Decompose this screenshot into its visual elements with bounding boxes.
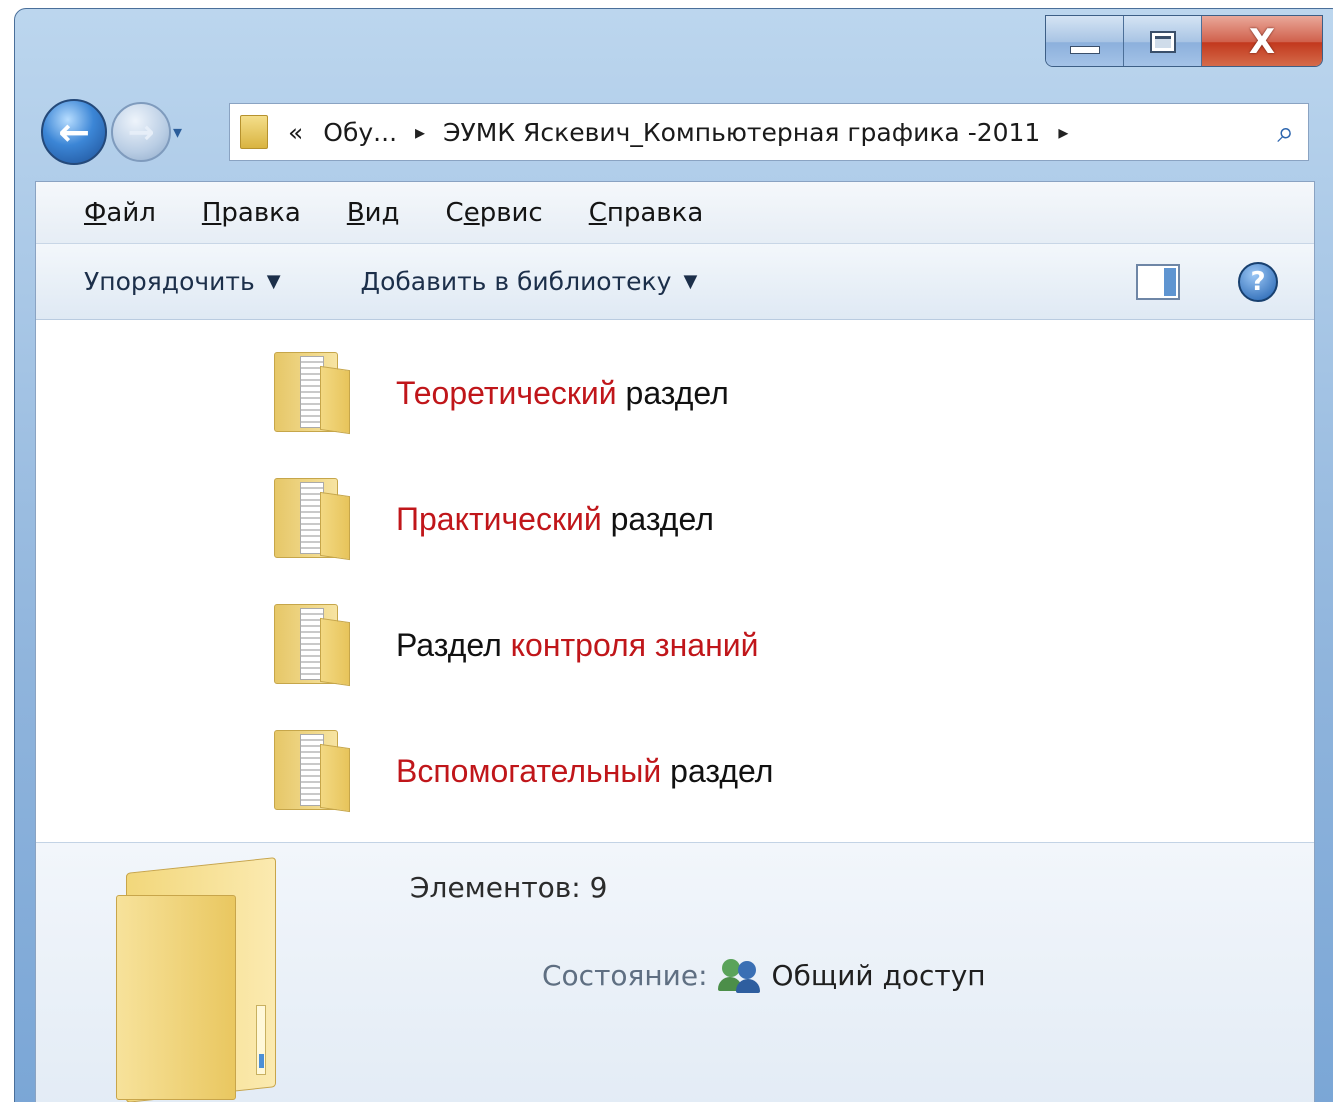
list-item[interactable]: Практический раздел [266, 476, 714, 562]
content-frame: Файл Правка Вид Сервис Справка Упорядочи… [35, 181, 1315, 1102]
menu-bar: Файл Правка Вид Сервис Справка [36, 182, 1314, 244]
maximize-button[interactable] [1124, 16, 1202, 66]
organize-label: Упорядочить [84, 267, 255, 296]
chevron-down-icon: ▼ [683, 271, 698, 292]
explorer-window: X ← → ▾ « Обу... ▸ ЭУМК Яскевич_Компьюте… [14, 8, 1333, 1102]
menu-help[interactable]: Справка [589, 198, 704, 228]
file-list: Теоретический раздел Практический раздел… [236, 332, 958, 832]
list-item[interactable]: Вспомогательный раздел [266, 728, 773, 814]
breadcrumb-item-2[interactable]: ЭУМК Яскевич_Компьютерная графика -2011 [443, 118, 1040, 147]
breadcrumb-separator-2[interactable]: ▸ [1058, 120, 1068, 144]
details-pane: Элементов: 9 Состояние: Общий доступ [36, 842, 1314, 1102]
folder-preview-icon [106, 855, 296, 1102]
folder-icon [266, 728, 356, 814]
close-button[interactable]: X [1202, 16, 1322, 66]
minimize-icon [1069, 46, 1100, 54]
folder-icon [266, 476, 356, 562]
state-label: Состояние: [542, 958, 708, 992]
folder-icon [266, 350, 356, 436]
preview-pane-icon[interactable] [1136, 264, 1180, 300]
add-to-library-label: Добавить в библиотеку [360, 267, 672, 296]
recent-pages-dropdown-icon[interactable]: ▾ [173, 122, 182, 143]
search-icon[interactable]: ⌕ [1277, 115, 1294, 150]
menu-view[interactable]: Вид [347, 198, 400, 228]
list-item[interactable]: Теоретический раздел [266, 350, 729, 436]
navigation-buttons: ← → ▾ [41, 97, 182, 167]
command-bar: Упорядочить ▼ Добавить в библиотеку ▼ ? [36, 244, 1314, 320]
state-value: Общий доступ [771, 958, 986, 992]
shared-users-icon [717, 957, 762, 993]
address-overflow[interactable]: « [288, 118, 303, 147]
list-item[interactable]: Раздел контроля знаний [266, 602, 758, 688]
menu-file[interactable]: Файл [84, 198, 156, 228]
file-name: Раздел контроля знаний [396, 626, 759, 663]
file-name: Теоретический раздел [396, 374, 729, 411]
back-arrow-icon: ← [58, 110, 90, 154]
folder-icon [240, 115, 268, 149]
help-icon[interactable]: ? [1238, 262, 1278, 302]
back-button[interactable]: ← [41, 99, 107, 165]
file-name: Вспомогательный раздел [396, 752, 774, 789]
caption-buttons: X [1045, 15, 1323, 67]
forward-button[interactable]: → [111, 102, 171, 162]
maximize-icon [1149, 31, 1176, 53]
minimize-button[interactable] [1046, 16, 1124, 66]
address-bar[interactable]: « Обу... ▸ ЭУМК Яскевич_Компьютерная гра… [229, 103, 1309, 161]
breadcrumb-item-1[interactable]: Обу... [323, 118, 397, 147]
folder-icon [266, 602, 356, 688]
file-name: Практический раздел [396, 500, 714, 537]
chevron-down-icon: ▼ [266, 271, 281, 292]
forward-arrow-icon: → [127, 113, 155, 151]
breadcrumb-separator-1[interactable]: ▸ [415, 120, 425, 144]
toolbar-right: ? [1136, 262, 1278, 302]
menu-tools[interactable]: Сервис [446, 198, 543, 228]
item-count: Элементов: 9 [410, 871, 608, 904]
add-to-library-button[interactable]: Добавить в библиотеку ▼ [361, 267, 698, 296]
title-bar[interactable]: X [15, 9, 1333, 89]
menu-edit[interactable]: Правка [202, 198, 301, 228]
close-icon: X [1248, 22, 1276, 62]
organize-button[interactable]: Упорядочить ▼ [84, 267, 281, 296]
sharing-state: Состояние: Общий доступ [542, 957, 986, 993]
